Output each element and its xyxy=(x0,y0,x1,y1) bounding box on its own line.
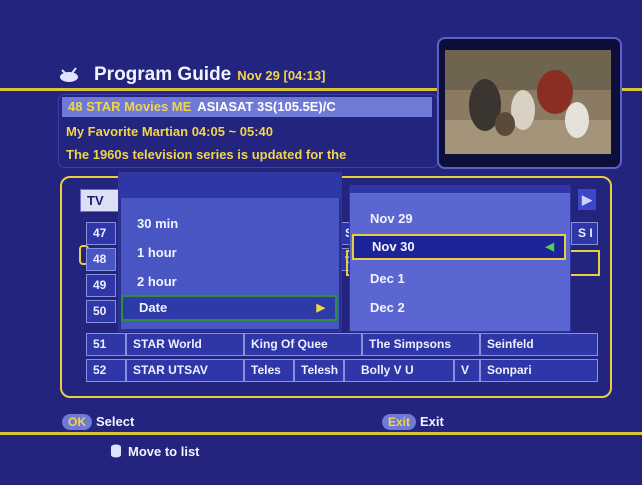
submenu-arrow-icon: ▶ xyxy=(316,302,325,314)
channel-number: 47 xyxy=(86,222,116,245)
menu-item-2hour[interactable]: 2 hour xyxy=(121,269,337,295)
date-menu-header xyxy=(350,185,570,193)
table-row[interactable]: 52 STAR UTSAV Teles Telesh Bolly V U V S… xyxy=(86,359,598,382)
current-datetime: Nov 29 [04:13] xyxy=(237,68,326,83)
menu-item-date-label: Date xyxy=(139,300,168,315)
program-description: The 1960s television series is updated f… xyxy=(66,147,347,162)
duration-menu-header xyxy=(119,173,341,198)
program-cell[interactable]: Sonpari xyxy=(480,359,598,382)
footer-divider xyxy=(0,432,642,435)
program-cell[interactable]: Teles xyxy=(244,359,294,382)
satellite-name: ASIASAT 3S(105.5E)/C xyxy=(197,99,336,114)
channel-name[interactable]: STAR UTSAV xyxy=(126,359,244,382)
program-cell[interactable]: The Simpsons xyxy=(362,333,480,356)
duration-menu: 30 min 1 hour 2 hour Date ▶ xyxy=(118,172,342,332)
video-preview xyxy=(445,50,611,154)
menu-item-dec1[interactable]: Dec 1 xyxy=(352,266,566,292)
channel-number: 52 xyxy=(86,359,126,382)
channel-name: 48 STAR Movies ME xyxy=(68,99,192,114)
menu-item-nov29[interactable]: Nov 29 xyxy=(352,206,566,232)
menu-item-nov30[interactable]: Nov 30 ◀ xyxy=(352,234,566,260)
program-cell[interactable]: V xyxy=(454,359,480,382)
move-to-list-hint: Move to list xyxy=(110,444,200,459)
satellite-logo-icon xyxy=(60,67,78,82)
tab-tv[interactable]: TV xyxy=(80,189,120,212)
channel-name[interactable]: STAR World xyxy=(126,333,244,356)
page-title-text: Program Guide xyxy=(94,64,232,85)
channel-number: 48 xyxy=(86,248,116,271)
next-page-arrow-icon[interactable]: ▶ xyxy=(578,189,596,210)
ok-button-icon: OK xyxy=(62,414,92,430)
exit-hint: Exit Exit xyxy=(382,414,444,430)
date-menu: Nov 29 Nov 30 ◀ Dec 1 Dec 2 xyxy=(349,185,571,332)
selected-marker-icon: ◀ xyxy=(545,241,554,253)
exit-label: Exit xyxy=(420,414,444,429)
move-to-list-label: Move to list xyxy=(128,444,200,459)
menu-item-1hour[interactable]: 1 hour xyxy=(121,240,337,266)
program-cell[interactable]: Bolly V U xyxy=(344,359,454,382)
menu-item-30min[interactable]: 30 min xyxy=(121,211,337,237)
ok-select-hint: OK Select xyxy=(62,414,134,430)
menu-item-nov30-label: Nov 30 xyxy=(372,239,415,254)
page-title: Program Guide Nov 29 [04:13] xyxy=(94,64,325,86)
channel-info-bar: 48 STAR Movies ME ASIASAT 3S(105.5E)/C xyxy=(62,97,432,117)
select-label: Select xyxy=(96,414,135,429)
program-title: My Favorite Martian 04:05 ~ 05:40 xyxy=(66,124,274,139)
channel-number: 50 xyxy=(86,300,116,323)
program-cell[interactable]: Seinfeld xyxy=(480,333,598,356)
table-row[interactable]: 51 STAR World King Of Quee The Simpsons … xyxy=(86,333,598,356)
database-icon xyxy=(111,444,121,458)
exit-button-icon: Exit xyxy=(382,414,417,430)
channel-number: 49 xyxy=(86,274,116,297)
channel-number: 51 xyxy=(86,333,126,356)
menu-item-dec2[interactable]: Dec 2 xyxy=(352,295,566,321)
program-cell[interactable]: S I xyxy=(571,222,598,245)
program-cell[interactable]: King Of Quee xyxy=(244,333,362,356)
menu-item-date[interactable]: Date ▶ xyxy=(121,295,337,321)
program-cell[interactable]: Telesh xyxy=(294,359,344,382)
